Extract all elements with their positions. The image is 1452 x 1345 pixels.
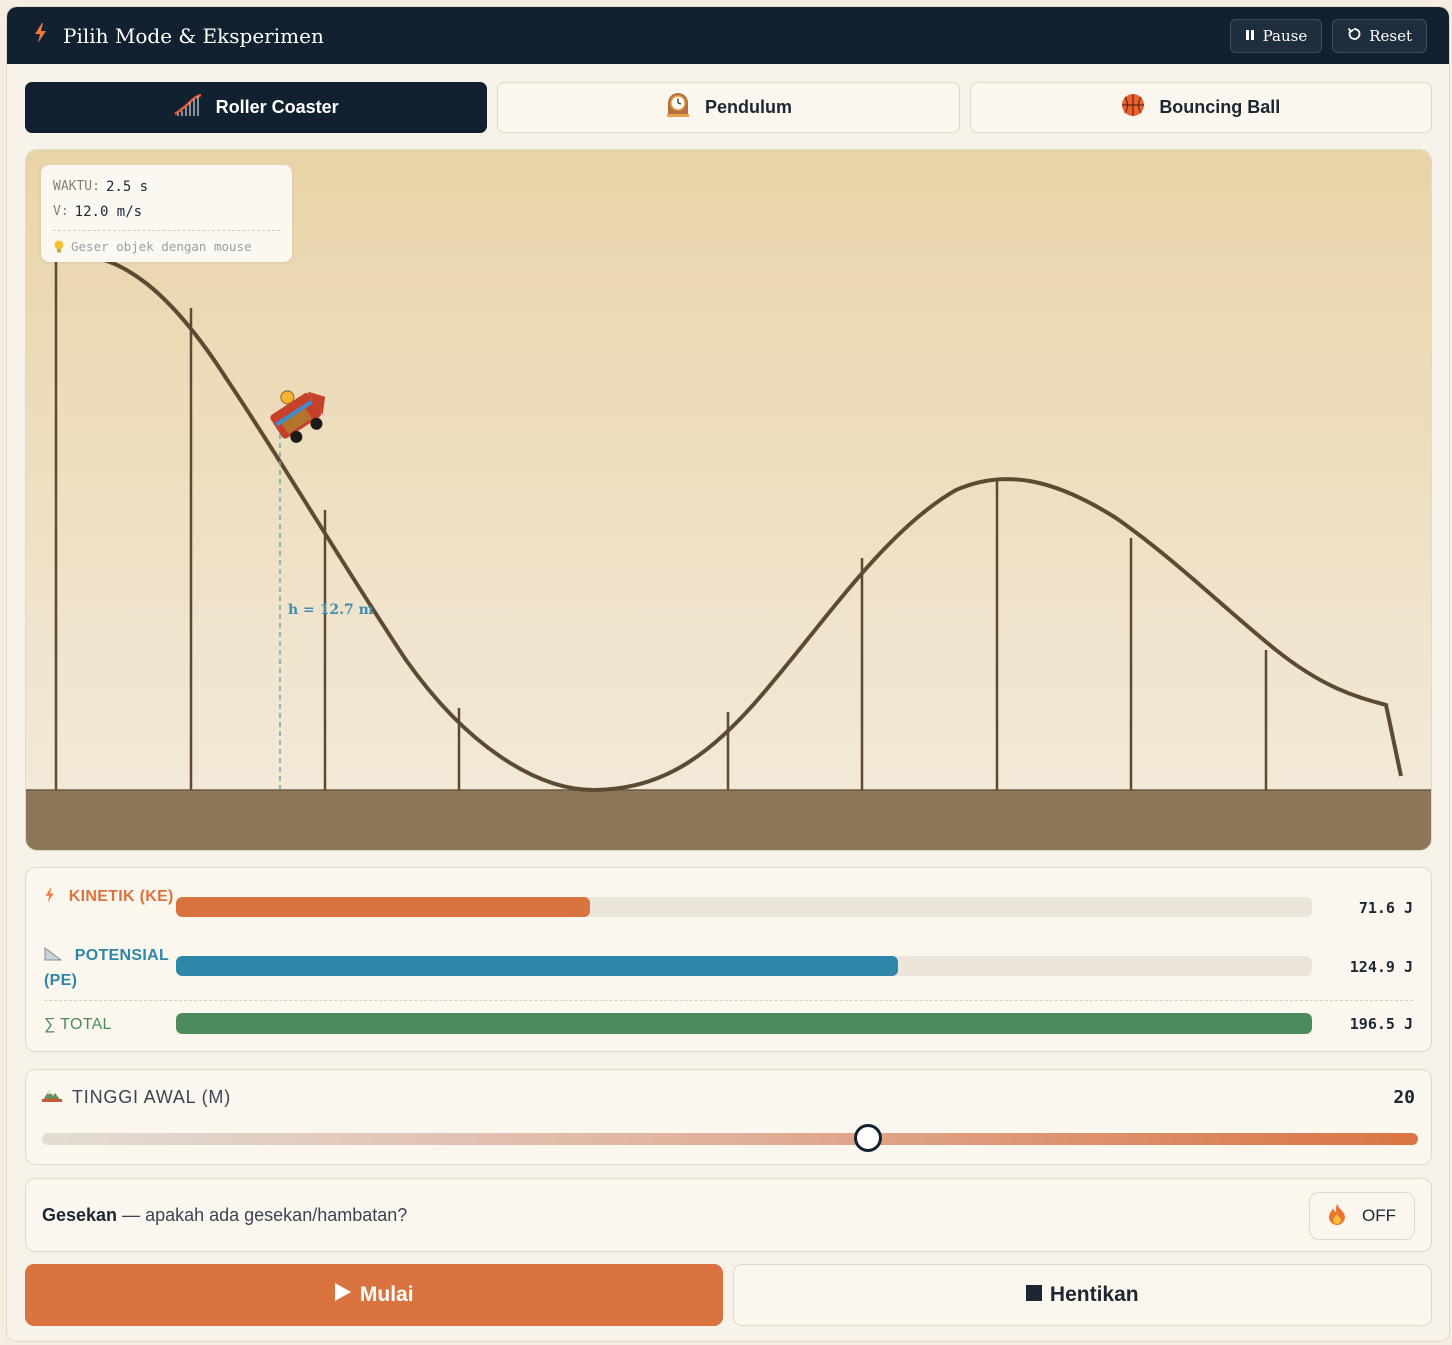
time-value: 2.5 s bbox=[105, 178, 149, 195]
header-bar: Pilih Mode & Eksperimen Pause Reset bbox=[7, 7, 1449, 64]
potential-value: 124.9 J bbox=[1349, 958, 1413, 976]
reset-label: Reset bbox=[1369, 26, 1412, 45]
start-button[interactable]: Mulai bbox=[25, 1264, 723, 1326]
friction-text: Gesekan — apakah ada gesekan/hambatan? bbox=[42, 1205, 407, 1226]
friction-control: Gesekan — apakah ada gesekan/hambatan? O… bbox=[25, 1178, 1432, 1252]
start-label: Mulai bbox=[359, 1283, 414, 1306]
potential-label-wrap: POTENSIAL (PE) bbox=[44, 943, 176, 993]
total-bar bbox=[176, 1013, 1312, 1034]
sim-info-panel: WAKTU: 2.5 s V: 12.0 m/s Geser objek den… bbox=[41, 165, 292, 262]
total-value: 196.5 J bbox=[1349, 1015, 1413, 1033]
tab-label: Roller Coaster bbox=[215, 97, 339, 117]
drag-tip: Geser objek dengan mouse bbox=[53, 230, 280, 254]
mountain-icon bbox=[42, 1087, 62, 1108]
drag-tip-text: Geser objek dengan mouse bbox=[71, 239, 252, 254]
total-bar-fill bbox=[176, 1013, 1312, 1034]
tab-bouncing-ball[interactable]: Bouncing Ball bbox=[969, 82, 1432, 133]
velocity-label: V: bbox=[53, 204, 69, 219]
mode-tabs: Roller Coaster Pendulum Bouncing Ball bbox=[25, 82, 1432, 133]
fire-icon bbox=[1328, 1203, 1346, 1230]
slider-label-wrap: TINGGI AWAL (M) bbox=[42, 1087, 231, 1108]
tab-roller-coaster[interactable]: Roller Coaster bbox=[25, 82, 488, 133]
tab-label: Pendulum bbox=[704, 97, 792, 117]
pause-icon bbox=[1245, 27, 1255, 45]
total-label: ∑ TOTAL bbox=[44, 1016, 112, 1033]
potential-bar bbox=[176, 956, 1312, 976]
kinetic-label: KINETIK (KE) bbox=[68, 888, 174, 905]
pendulum-clock-icon bbox=[665, 92, 691, 123]
energy-divider bbox=[44, 1000, 1413, 1001]
kinetic-label-wrap: KINETIK (KE) bbox=[44, 884, 176, 909]
height-slider-track[interactable] bbox=[42, 1133, 1418, 1145]
tab-label: Bouncing Ball bbox=[1159, 97, 1281, 117]
play-icon bbox=[334, 1282, 352, 1308]
page-title: Pilih Mode & Eksperimen bbox=[63, 23, 324, 48]
triangle-ruler-icon bbox=[44, 947, 75, 964]
energy-row-total: ∑ TOTAL 196.5 J bbox=[44, 1012, 1413, 1037]
slider-value: 20 bbox=[1393, 1087, 1415, 1108]
header-title-group: Pilih Mode & Eksperimen bbox=[33, 22, 324, 49]
lightbulb-icon bbox=[53, 240, 65, 254]
friction-title: Gesekan bbox=[42, 1205, 118, 1225]
reset-button[interactable]: Reset bbox=[1332, 18, 1427, 53]
stop-icon bbox=[1025, 1283, 1042, 1307]
action-buttons: Mulai Hentikan bbox=[25, 1264, 1432, 1326]
reset-icon bbox=[1347, 27, 1361, 45]
lightning-icon bbox=[33, 22, 49, 49]
roller-coaster-icon bbox=[173, 93, 202, 121]
velocity-readout: V: 12.0 m/s bbox=[53, 199, 280, 224]
height-label: h = 12.7 m bbox=[288, 602, 374, 618]
basketball-icon bbox=[1121, 93, 1145, 122]
friction-question: — apakah ada gesekan/hambatan? bbox=[117, 1205, 408, 1225]
simulation-canvas[interactable]: h = 12.7 m WAKTU: 2.5 s V: 12.0 m/s Gese… bbox=[25, 149, 1432, 851]
initial-height-control: TINGGI AWAL (M) 20 bbox=[25, 1069, 1432, 1165]
energy-row-potential: POTENSIAL (PE) 124.9 J bbox=[44, 943, 1413, 993]
time-label: WAKTU: bbox=[53, 179, 100, 194]
stop-button[interactable]: Hentikan bbox=[732, 1264, 1432, 1326]
potential-bar-fill bbox=[176, 956, 899, 976]
velocity-value: 12.0 m/s bbox=[74, 203, 143, 220]
ground bbox=[26, 790, 1431, 850]
app-window: Pilih Mode & Eksperimen Pause Reset Roll… bbox=[6, 6, 1450, 1342]
time-readout: WAKTU: 2.5 s bbox=[53, 174, 280, 199]
energy-panel: KINETIK (KE) 71.6 J POTENSIAL (PE) 124.9… bbox=[25, 867, 1432, 1052]
stop-label: Hentikan bbox=[1049, 1283, 1139, 1306]
energy-row-kinetic: KINETIK (KE) 71.6 J bbox=[44, 884, 1413, 917]
kinetic-value: 71.6 J bbox=[1358, 899, 1413, 917]
friction-toggle[interactable]: OFF bbox=[1309, 1192, 1415, 1240]
slider-label: TINGGI AWAL (M) bbox=[72, 1087, 231, 1107]
header-buttons: Pause Reset bbox=[1229, 18, 1427, 53]
tab-pendulum[interactable]: Pendulum bbox=[497, 82, 960, 133]
kinetic-bar-fill bbox=[176, 897, 590, 917]
pause-button[interactable]: Pause bbox=[1229, 18, 1323, 53]
lightning-icon bbox=[44, 887, 69, 905]
kinetic-bar bbox=[176, 897, 1312, 917]
pause-label: Pause bbox=[1262, 26, 1308, 45]
friction-state: OFF bbox=[1362, 1206, 1396, 1225]
height-slider-thumb[interactable] bbox=[853, 1124, 882, 1152]
